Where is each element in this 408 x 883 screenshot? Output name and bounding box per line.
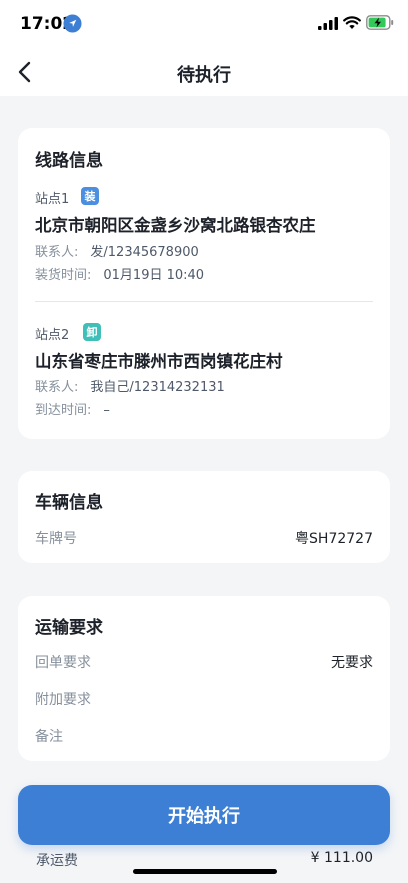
- stop-divider: [35, 301, 373, 302]
- plate-label: 车牌号: [35, 531, 77, 547]
- stop-1-label: 站点1: [35, 192, 70, 207]
- transport-requirements-card: 运输要求 回单要求 无要求 附加要求 备注: [18, 596, 390, 761]
- stop-2-time-row: 到达时间: –: [35, 399, 110, 418]
- remark-label: 备注: [35, 729, 63, 745]
- wifi-icon: [343, 16, 361, 29]
- stop-2-contact-label: 联系人:: [35, 380, 79, 395]
- stop-1-contact-row: 联系人: 发/12345678900: [35, 241, 199, 260]
- transport-card-title: 运输要求: [35, 618, 103, 638]
- cellular-signal-icon: [318, 17, 338, 30]
- unload-tag: 卸: [83, 323, 101, 341]
- load-tag: 装: [81, 187, 99, 205]
- stop-1-contact-value: 发/12345678900: [90, 245, 199, 260]
- route-info-card: 线路信息 站点1 装 北京市朝阳区金盏乡沙窝北路银杏农庄 联系人: 发/12345…: [18, 128, 390, 439]
- plate-value: 粤SH72727: [295, 531, 373, 547]
- stop-1-address: 北京市朝阳区金盏乡沙窝北路银杏农庄: [35, 216, 316, 235]
- stop-1-time-row: 装货时间: 01月19日 10:40: [35, 264, 204, 283]
- home-indicator: [133, 869, 277, 874]
- nav-bar: 待执行: [0, 50, 408, 96]
- vehicle-info-card: 车辆信息 车牌号 粤SH72727: [18, 471, 390, 563]
- stop-2-time-value: –: [103, 403, 110, 418]
- status-bar: 17:02: [0, 0, 408, 50]
- stop-1-time-value: 01月19日 10:40: [103, 268, 205, 283]
- freight-fee-value: ¥ 111.00: [310, 850, 373, 866]
- stop-2-address: 山东省枣庄市滕州市西岗镇花庄村: [35, 352, 283, 371]
- stop-2-contact-value: 我自己/12314232131: [90, 380, 225, 395]
- stop-2-label: 站点2: [35, 328, 70, 343]
- freight-fee-label: 承运费: [36, 853, 78, 869]
- stop-2-time-label: 到达时间:: [35, 403, 92, 418]
- battery-charging-icon: [366, 15, 394, 30]
- extra-requirement-label: 附加要求: [35, 692, 91, 708]
- location-arrow-icon: [63, 14, 82, 33]
- start-execution-button[interactable]: 开始执行: [18, 785, 390, 845]
- stop-2-contact-row: 联系人: 我自己/12314232131: [35, 376, 225, 395]
- vehicle-card-title: 车辆信息: [35, 493, 103, 513]
- page-title: 待执行: [177, 65, 231, 86]
- receipt-requirement-label: 回单要求: [35, 655, 91, 671]
- stop-1-contact-label: 联系人:: [35, 245, 79, 260]
- stop-1-time-label: 装货时间:: [35, 268, 92, 283]
- receipt-requirement-value: 无要求: [331, 655, 373, 671]
- route-card-title: 线路信息: [35, 151, 103, 171]
